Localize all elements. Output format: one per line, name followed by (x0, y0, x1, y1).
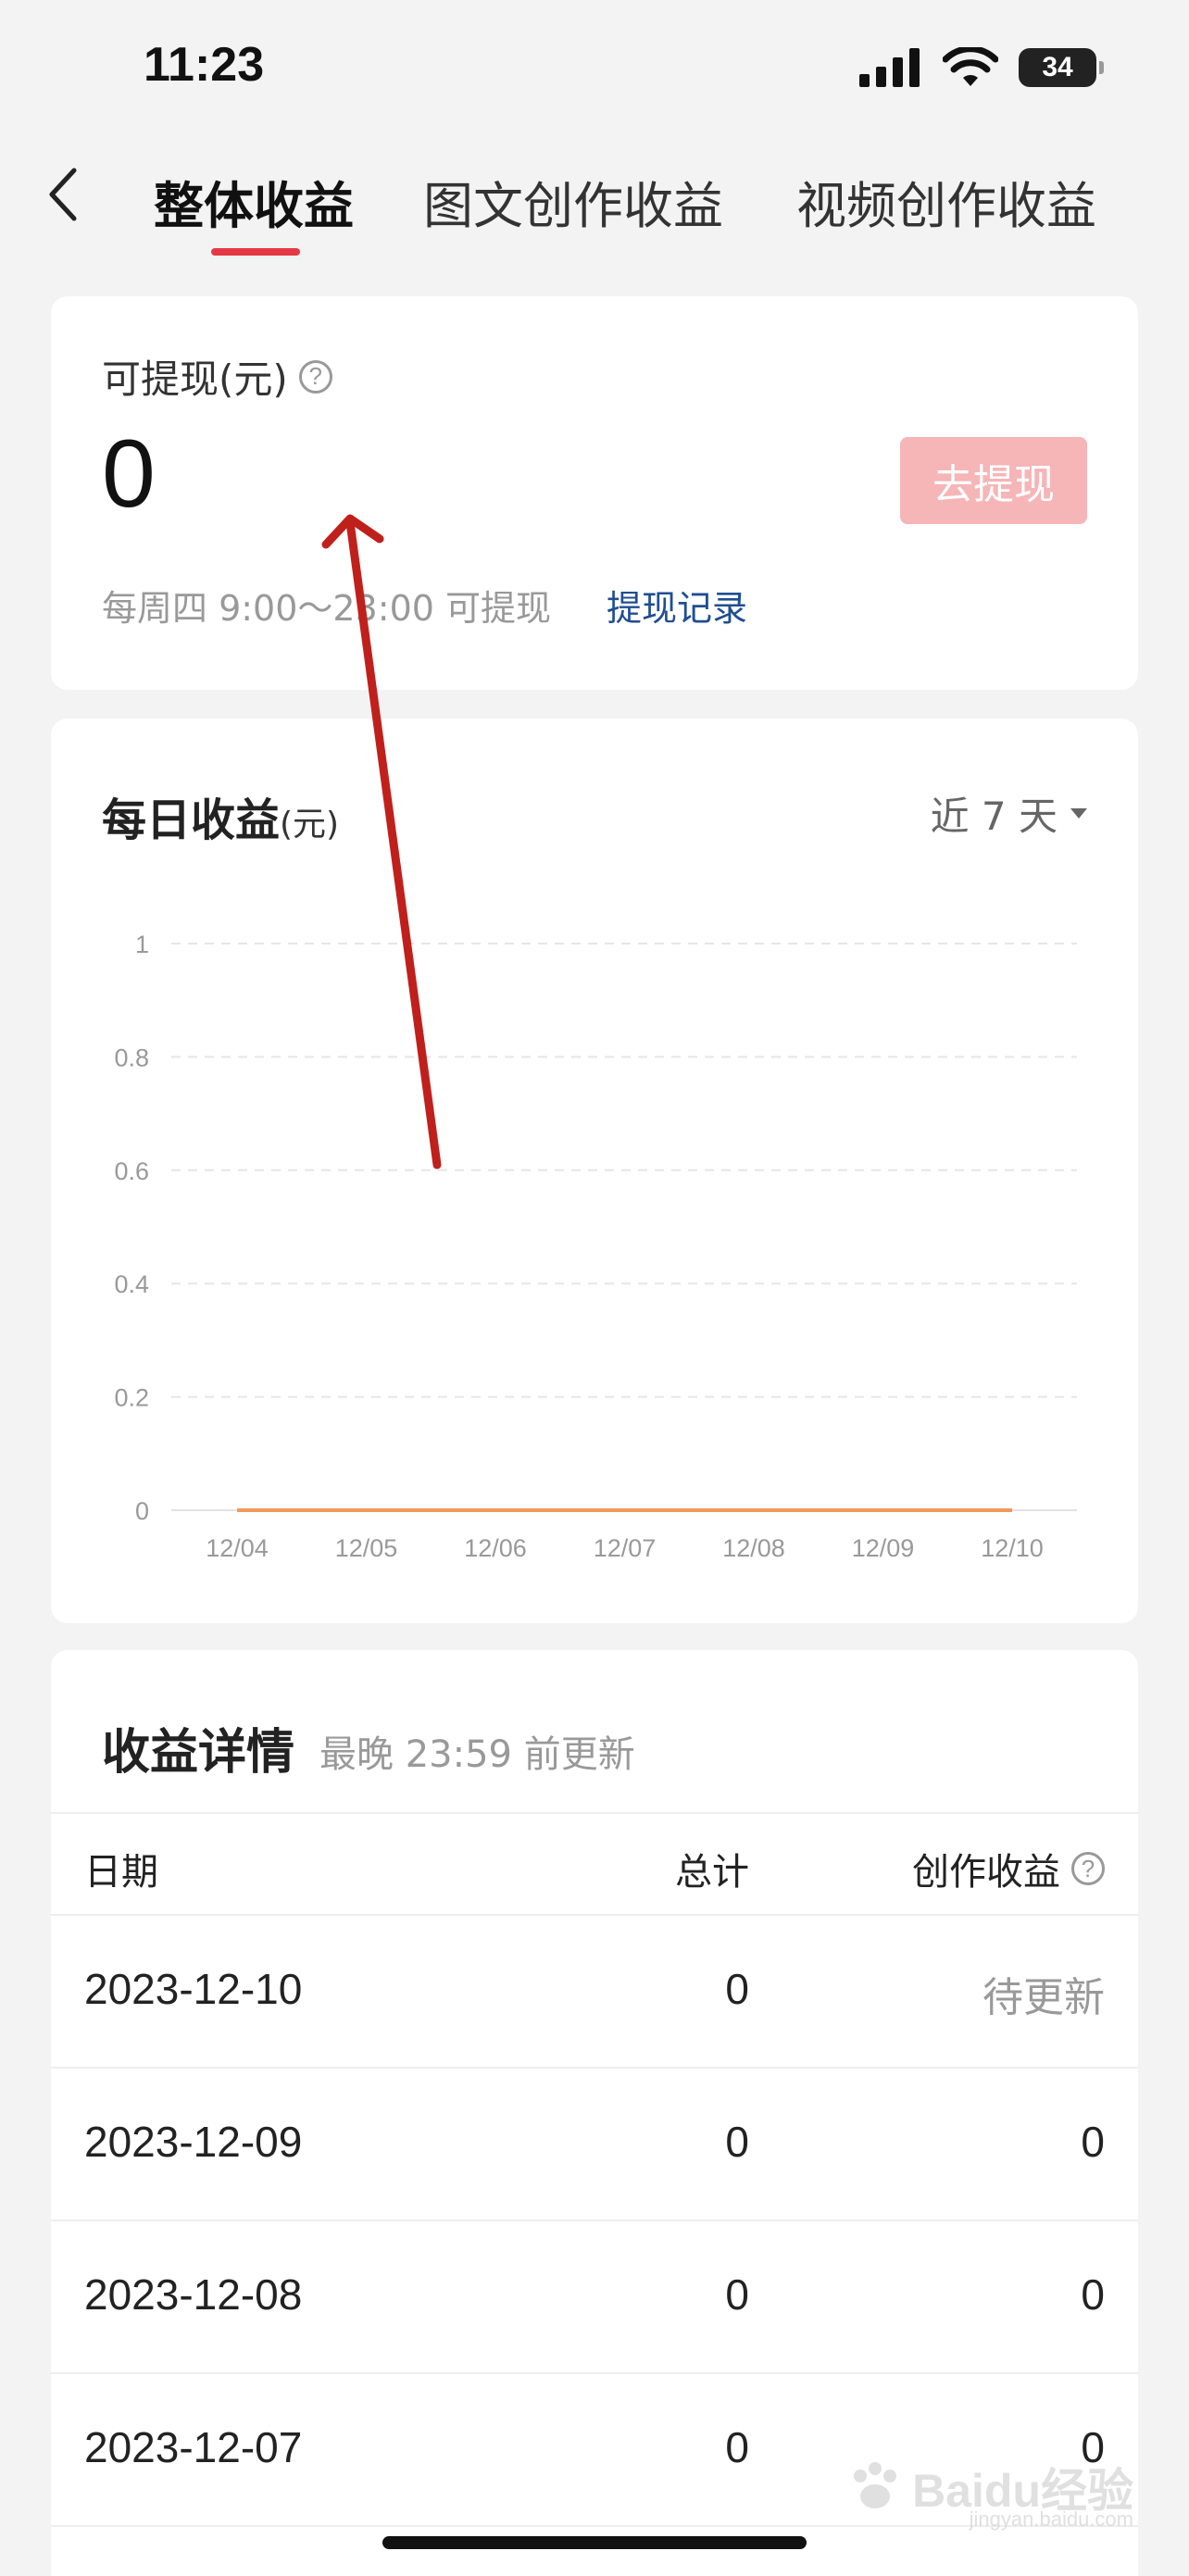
row-total: 0 (725, 1965, 749, 2013)
row-income: 0 (1081, 2118, 1105, 2166)
x-tick-label: 12/07 (594, 1534, 657, 1562)
row-total: 0 (725, 2423, 749, 2471)
status-icons: 34 (859, 44, 1104, 91)
daily-income-chart: 1 0.8 0.6 0.4 0.2 0 12/04 12/05 12/06 12/07 12/08 1… (114, 931, 1077, 1562)
status-bar: 11:23 34 (0, 0, 1189, 139)
x-tick-label: 12/08 (722, 1534, 785, 1562)
table-row[interactable]: 2023-12-09 0 0 (51, 2069, 1138, 2221)
income-table: 日期 总计 创作收益 ? 2023-12-10 0 待更新 2023-12-09… (51, 1812, 1138, 2527)
x-tick-label: 12/04 (206, 1534, 269, 1562)
watermark-sub: jingyan.baidu.com (969, 2507, 1133, 2531)
y-tick-label: 0.4 (114, 1270, 149, 1298)
chevron-left-icon (49, 168, 77, 221)
x-tick-label: 12/10 (981, 1534, 1044, 1562)
y-tick-label: 0.8 (114, 1044, 149, 1071)
battery-level: 34 (1042, 52, 1073, 82)
back-button[interactable] (35, 157, 91, 231)
watermark: Baidu经验 jingyan.baidu.com (847, 2454, 1133, 2531)
column-header-income: 创作收益 ? (912, 1842, 1105, 1895)
table-row[interactable]: 2023-12-08 0 0 (51, 2221, 1138, 2374)
top-nav: 整体收益 图文创作收益 视频创作收益 (0, 139, 1189, 259)
row-total: 0 (725, 2118, 749, 2166)
tab-overall-income[interactable]: 整体收益 (154, 165, 354, 238)
home-indicator (382, 2536, 807, 2549)
y-tick-label: 1 (135, 931, 149, 958)
row-total: 0 (725, 2270, 749, 2319)
wifi-icon (943, 47, 998, 86)
column-header-date: 日期 (84, 1851, 158, 1894)
x-tick-label: 12/05 (335, 1534, 398, 1562)
withdraw-record-link[interactable]: 提现记录 (607, 580, 747, 631)
y-tick-label: 0.2 (114, 1384, 149, 1412)
row-date: 2023-12-07 (84, 2423, 303, 2471)
battery-icon: 34 (1019, 48, 1104, 87)
signal-icon (859, 48, 920, 87)
active-tab-indicator (211, 248, 300, 256)
row-date: 2023-12-08 (84, 2270, 303, 2319)
withdraw-button[interactable]: 去提现 (900, 437, 1087, 524)
daily-income-card: 每日收益(元) 近 7 天 1 0.8 0.6 0.4 0.2 0 12/04 12/05 12… (51, 719, 1138, 1623)
row-date: 2023-12-10 (84, 1965, 303, 2013)
column-header-total: 总计 (675, 1851, 749, 1894)
help-icon[interactable]: ? (1071, 1852, 1105, 1885)
x-tick-label: 12/09 (852, 1534, 915, 1562)
income-detail-card: 收益详情 最晚 23:59 前更新 日期 总计 创作收益 ? 2023-12-1… (51, 1650, 1138, 2576)
withdraw-label: 可提现(元) (102, 356, 288, 402)
tab-video-income[interactable]: 视频创作收益 (796, 165, 1096, 238)
withdraw-card: 可提现(元) ? 0 去提现 每周四 9:00～23:00 可提现 提现记录 (51, 296, 1138, 690)
withdraw-amount: 0 (102, 420, 156, 528)
table-header: 日期 总计 创作收益 ? (51, 1812, 1138, 1916)
withdraw-label-row: 可提现(元) ? (102, 348, 332, 405)
table-row[interactable]: 2023-12-10 0 待更新 (51, 1916, 1138, 2069)
detail-subtitle: 最晚 23:59 前更新 (319, 1733, 635, 1776)
y-tick-label: 0.6 (114, 1157, 149, 1185)
status-time: 11:23 (144, 38, 265, 92)
row-income: 0 (1081, 2270, 1105, 2319)
withdraw-schedule-note: 每周四 9:00～23:00 可提现 (102, 588, 552, 629)
y-tick-label: 0 (135, 1497, 149, 1525)
help-icon[interactable]: ? (298, 359, 332, 394)
paw-logo-icon (854, 2462, 897, 2508)
row-date: 2023-12-09 (84, 2118, 303, 2166)
detail-title: 收益详情 (102, 1725, 295, 1781)
row-income: 待更新 (982, 1974, 1105, 2021)
tab-article-income[interactable]: 图文创作收益 (423, 165, 723, 238)
x-tick-label: 12/06 (464, 1534, 527, 1562)
column-header-income-label: 创作收益 (912, 1851, 1060, 1894)
